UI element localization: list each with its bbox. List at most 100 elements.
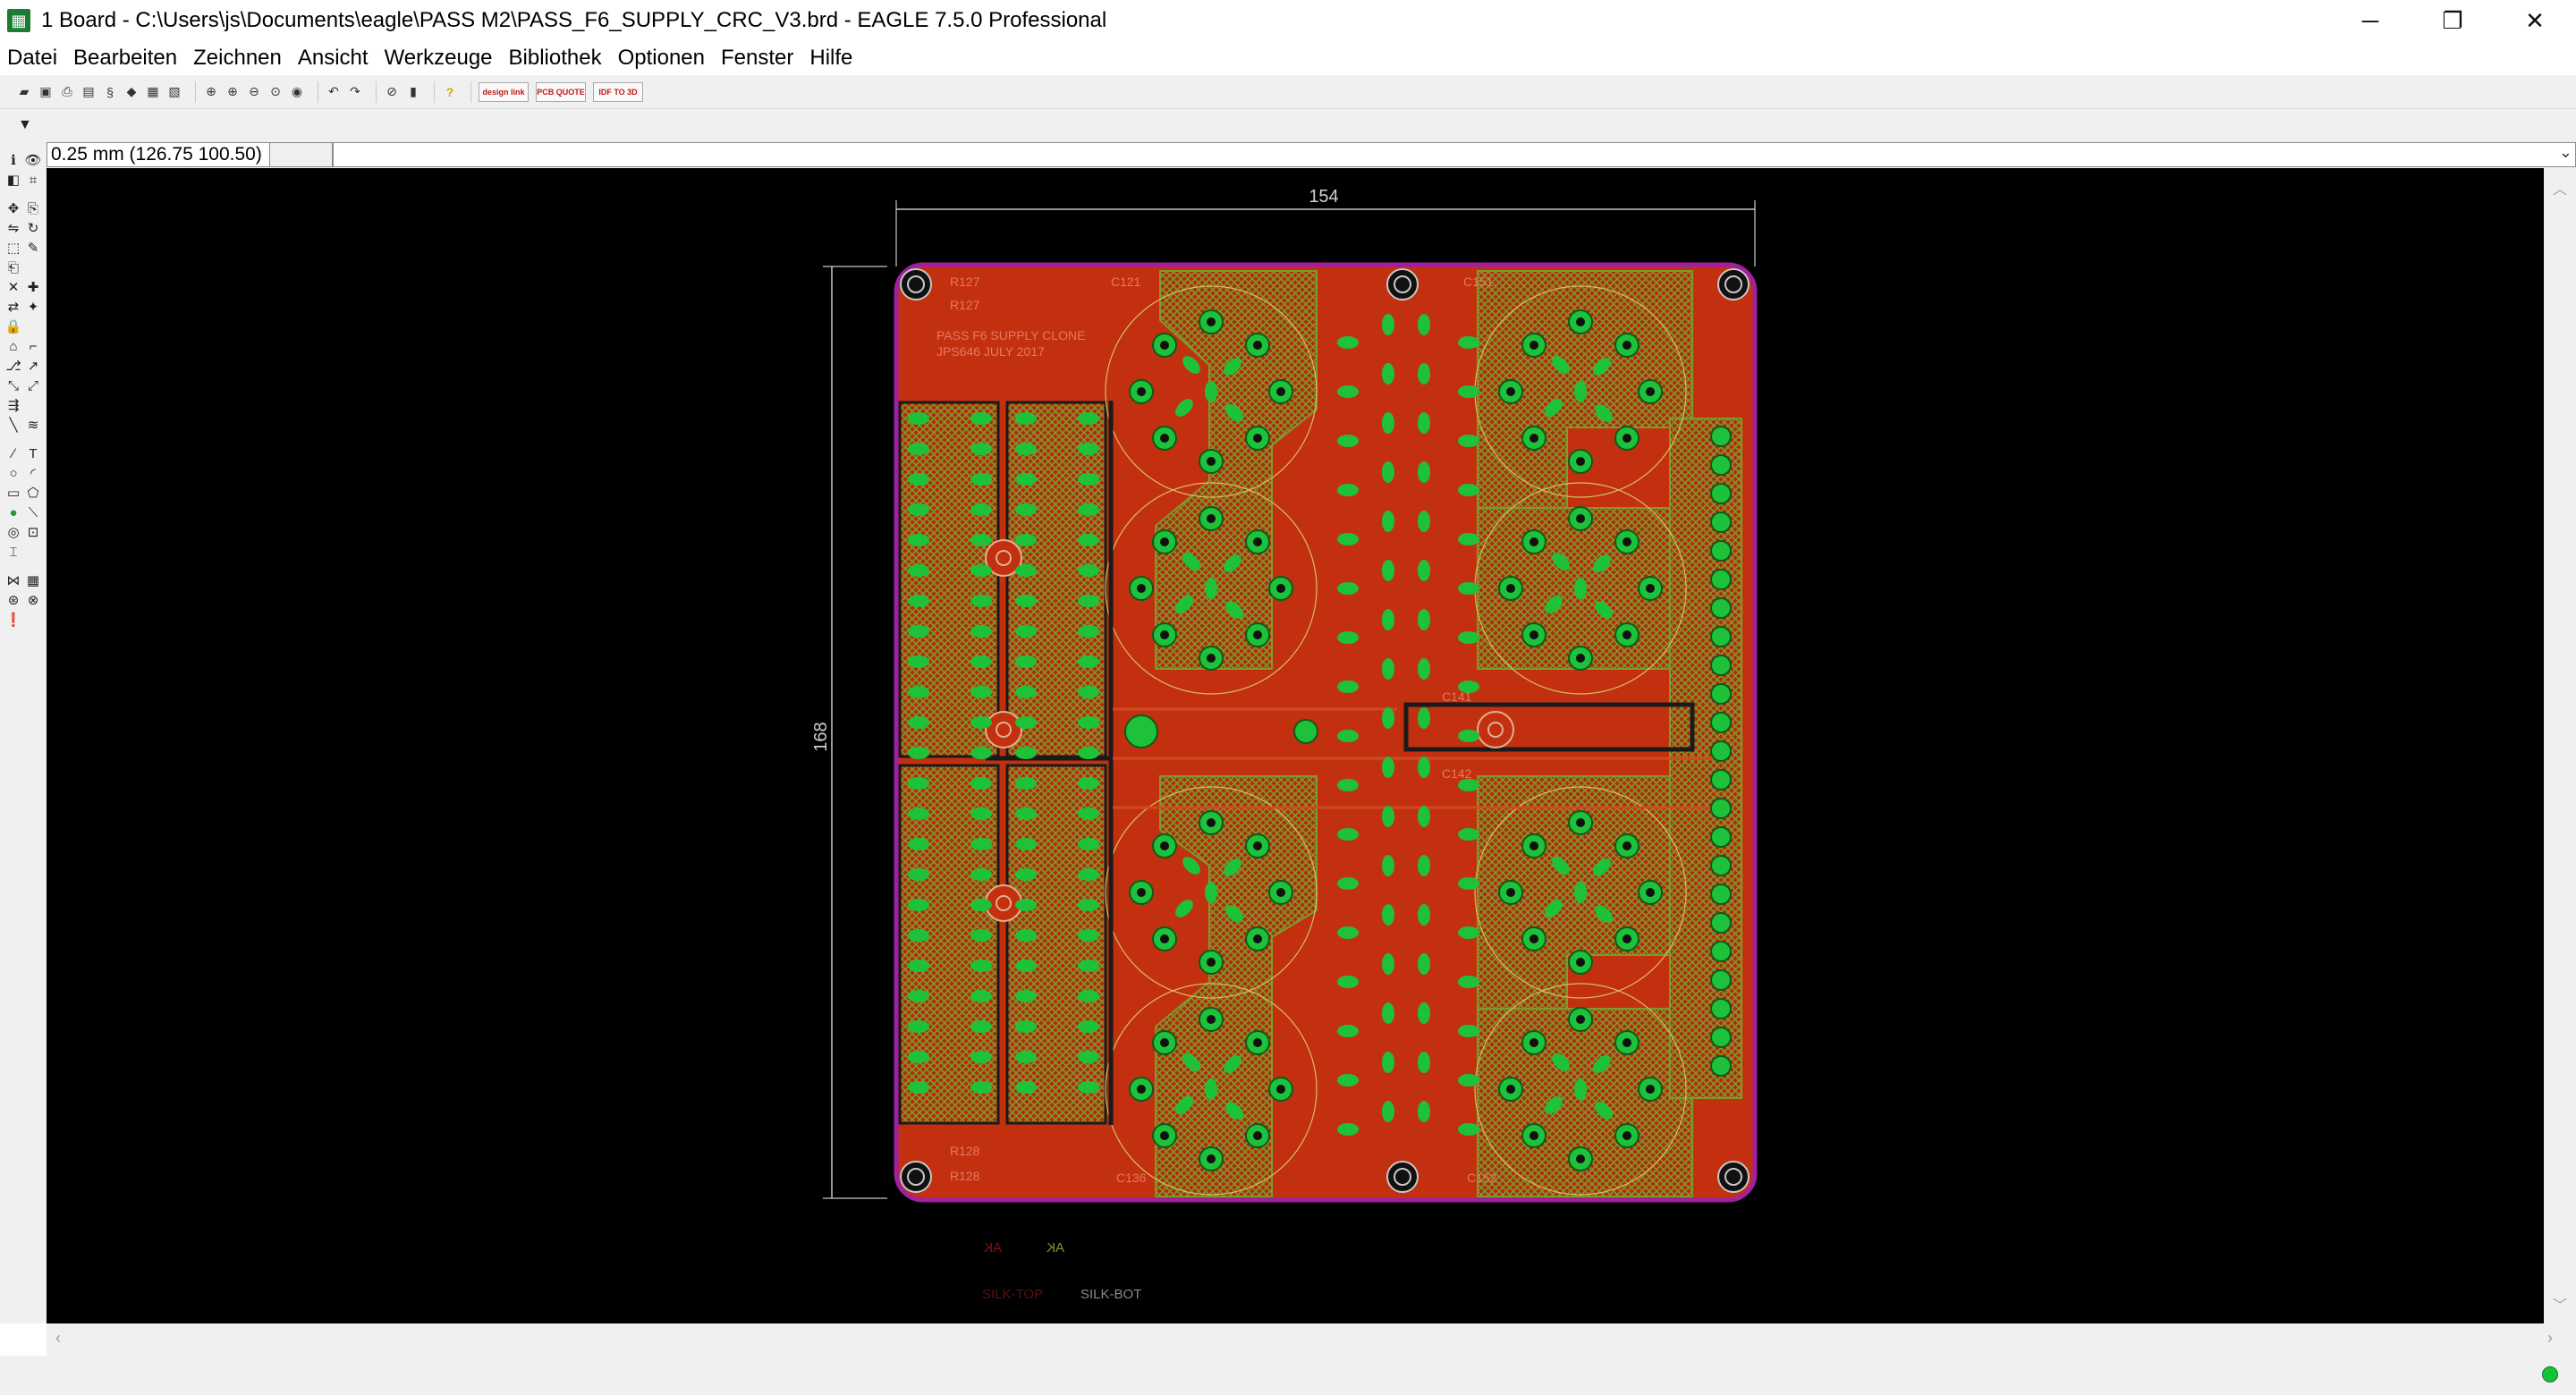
- chevron-down-icon[interactable]: ▼: [18, 117, 32, 133]
- add-icon[interactable]: ✚: [25, 279, 41, 295]
- smd-pad[interactable]: [1015, 990, 1037, 1002]
- smd-pad[interactable]: [1015, 838, 1037, 850]
- zoom-select-icon[interactable]: ⊙: [267, 84, 284, 100]
- paste-icon[interactable]: ⎗: [5, 259, 21, 275]
- circle-icon[interactable]: ○: [5, 465, 21, 481]
- smd-pad[interactable]: [970, 747, 992, 759]
- smd-pad[interactable]: [908, 777, 929, 790]
- smd-pad[interactable]: [1078, 473, 1099, 486]
- smd-pad[interactable]: [1418, 953, 1430, 975]
- menu-fenster[interactable]: Fenster: [721, 46, 793, 71]
- smd-pad[interactable]: [908, 990, 929, 1002]
- menu-hilfe[interactable]: Hilfe: [809, 46, 852, 71]
- split-icon[interactable]: ⎇: [5, 358, 21, 374]
- smd-pad[interactable]: [1382, 461, 1394, 483]
- smd-pad[interactable]: [970, 716, 992, 729]
- smd-pad[interactable]: [1078, 716, 1099, 729]
- smd-pad[interactable]: [1015, 807, 1037, 820]
- pad[interactable]: [1710, 597, 1732, 619]
- smd-pad[interactable]: [908, 686, 929, 698]
- smd-pad[interactable]: [1015, 960, 1037, 972]
- optimize-icon[interactable]: ↗: [25, 358, 41, 374]
- maximize-button[interactable]: ❐: [2411, 0, 2494, 41]
- smd-pad[interactable]: [1337, 336, 1359, 349]
- smd-pad[interactable]: [1015, 412, 1037, 425]
- smd-pad[interactable]: [970, 686, 992, 698]
- smd-pad[interactable]: [1337, 779, 1359, 791]
- via-icon[interactable]: ●: [5, 504, 21, 520]
- redo-icon[interactable]: ↷: [347, 84, 363, 100]
- smd-pad[interactable]: [970, 412, 992, 425]
- pad[interactable]: [1710, 941, 1732, 962]
- zoom-icon[interactable]: ⊗: [25, 592, 41, 608]
- pad[interactable]: [1710, 569, 1732, 590]
- delete-icon[interactable]: ✕: [5, 279, 21, 295]
- smd-pad[interactable]: [908, 443, 929, 455]
- smd-pad[interactable]: [970, 929, 992, 942]
- mark-icon[interactable]: ⌗: [25, 172, 41, 188]
- pad[interactable]: [1710, 540, 1732, 562]
- smd-pad[interactable]: [908, 747, 929, 759]
- smd-pad[interactable]: [1382, 855, 1394, 876]
- smd-pad[interactable]: [1078, 686, 1099, 698]
- pad[interactable]: [1710, 998, 1732, 1019]
- smd-pad[interactable]: [908, 929, 929, 942]
- smd-pad[interactable]: [970, 473, 992, 486]
- smd-pad[interactable]: [1015, 503, 1037, 516]
- pcb-quote-button[interactable]: PCB QUOTE: [536, 81, 586, 102]
- smd-pad[interactable]: [1418, 757, 1430, 778]
- smd-pad[interactable]: [1382, 953, 1394, 975]
- copy-icon[interactable]: ⎘: [25, 200, 41, 216]
- smd-pad[interactable]: [908, 960, 929, 972]
- smd-pad[interactable]: [1337, 1123, 1359, 1136]
- smd-pad[interactable]: [1337, 484, 1359, 496]
- menu-optionen[interactable]: Optionen: [618, 46, 705, 71]
- smd-pad[interactable]: [1574, 1078, 1587, 1100]
- name-icon[interactable]: ✦: [25, 299, 41, 315]
- smd-pad[interactable]: [970, 899, 992, 911]
- pad[interactable]: [1710, 483, 1732, 504]
- smd-pad[interactable]: [970, 990, 992, 1002]
- smd-pad[interactable]: [1418, 1101, 1430, 1122]
- smd-pad[interactable]: [1078, 655, 1099, 668]
- smd-pad[interactable]: [970, 564, 992, 577]
- smd-pad[interactable]: [970, 807, 992, 820]
- pad[interactable]: [1710, 712, 1732, 733]
- smd-pad[interactable]: [1078, 777, 1099, 790]
- dimension-height[interactable]: 168: [811, 266, 887, 1199]
- smd-pad[interactable]: [908, 503, 929, 516]
- smd-pad[interactable]: [908, 655, 929, 668]
- smd-pad[interactable]: [1205, 882, 1217, 903]
- smd-pad[interactable]: [1337, 435, 1359, 447]
- smd-pad[interactable]: [1458, 877, 1479, 890]
- smd-pad[interactable]: [1078, 838, 1099, 850]
- pad[interactable]: [1710, 769, 1732, 790]
- text-icon[interactable]: T: [25, 445, 41, 461]
- undo-icon[interactable]: ↶: [326, 84, 342, 100]
- close-button[interactable]: ✕: [2494, 0, 2576, 41]
- pad[interactable]: [1710, 740, 1732, 762]
- delete-icon[interactable]: [25, 259, 41, 275]
- smd-pad[interactable]: [1015, 1081, 1037, 1094]
- pad[interactable]: [1710, 512, 1732, 533]
- smd-pad[interactable]: [908, 1051, 929, 1063]
- smd-pad[interactable]: [1205, 1078, 1217, 1100]
- smd-pad[interactable]: [1458, 730, 1479, 742]
- smd-pad[interactable]: [1015, 443, 1037, 455]
- smd-pad[interactable]: [970, 503, 992, 516]
- pad[interactable]: [1710, 969, 1732, 991]
- smd-pad[interactable]: [908, 534, 929, 546]
- lock-icon[interactable]: 🔒: [5, 318, 22, 334]
- zoom-out-icon[interactable]: ⊖: [246, 84, 262, 100]
- wire-icon[interactable]: ╲: [5, 417, 21, 433]
- smd-pad[interactable]: [1078, 929, 1099, 942]
- smd-pad[interactable]: [970, 868, 992, 881]
- command-input[interactable]: [333, 142, 2576, 167]
- smd-pad[interactable]: [1337, 730, 1359, 742]
- replace-icon[interactable]: ⇄: [5, 299, 21, 315]
- smd-pad[interactable]: [1458, 533, 1479, 545]
- rect-icon[interactable]: ▭: [5, 485, 21, 501]
- smd-pad[interactable]: [1458, 435, 1479, 447]
- smd-pad[interactable]: [970, 595, 992, 607]
- smd-pad[interactable]: [1078, 1020, 1099, 1033]
